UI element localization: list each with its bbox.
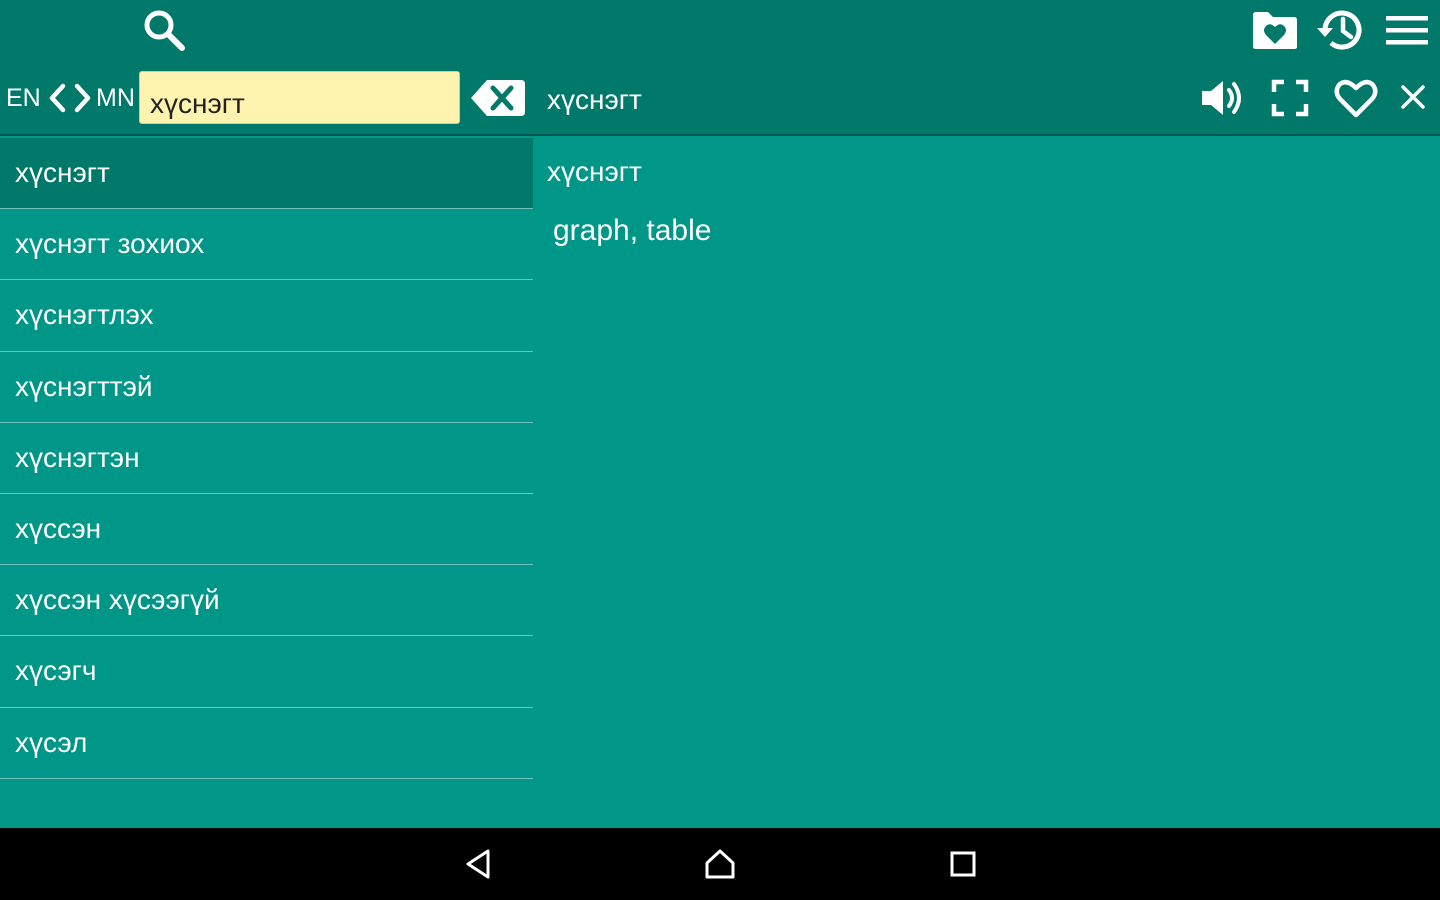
definition-headword: хүснэгт	[547, 156, 642, 187]
search-input[interactable]	[139, 71, 460, 124]
fullscreen-icon[interactable]	[1266, 74, 1314, 122]
favorites-folder-icon[interactable]	[1248, 6, 1302, 54]
top-app-bar: EN MN хүснэгт	[0, 0, 1440, 136]
list-item[interactable]: хүссэн хүсээгүй	[0, 565, 533, 637]
swap-language-button[interactable]	[42, 80, 96, 116]
list-item[interactable]: хүсэгч	[0, 636, 533, 708]
menu-icon[interactable]	[1382, 8, 1432, 52]
speaker-icon[interactable]	[1196, 74, 1250, 122]
search-icon[interactable]	[138, 4, 190, 56]
close-icon[interactable]	[1396, 80, 1430, 114]
history-icon[interactable]	[1314, 4, 1368, 56]
list-item[interactable]: хүссэн	[0, 494, 533, 566]
list-item[interactable]: хүснэгтэн	[0, 423, 533, 494]
list-item[interactable]: хүснэгттэй	[0, 352, 533, 423]
dictionary-app: EN MN хүснэгт хүснэгт хүснэгт хүснэгт зо…	[0, 0, 1440, 900]
recents-icon[interactable]	[941, 844, 985, 884]
list-item[interactable]: хүсэл	[0, 708, 533, 779]
list-item[interactable]: хүснэгт зохиох	[0, 209, 533, 281]
home-icon[interactable]	[698, 844, 742, 884]
backspace-clear-icon[interactable]	[468, 74, 528, 122]
word-list: хүснэгт хүснэгт зохиох хүснэгтлэх хүснэг…	[0, 138, 533, 779]
list-item[interactable]: хүснэгтлэх	[0, 280, 533, 352]
target-language-label: MN	[96, 83, 135, 112]
source-language-label: EN	[6, 83, 41, 112]
definition-pane: хүснэгт graph, table	[533, 138, 1440, 828]
system-nav-bar	[0, 828, 1440, 900]
list-item[interactable]: хүснэгт	[0, 138, 533, 210]
heart-icon[interactable]	[1330, 74, 1382, 122]
back-icon[interactable]	[456, 844, 500, 884]
definition-text: graph, table	[553, 214, 712, 247]
detail-header-title: хүснэгт	[547, 84, 642, 115]
